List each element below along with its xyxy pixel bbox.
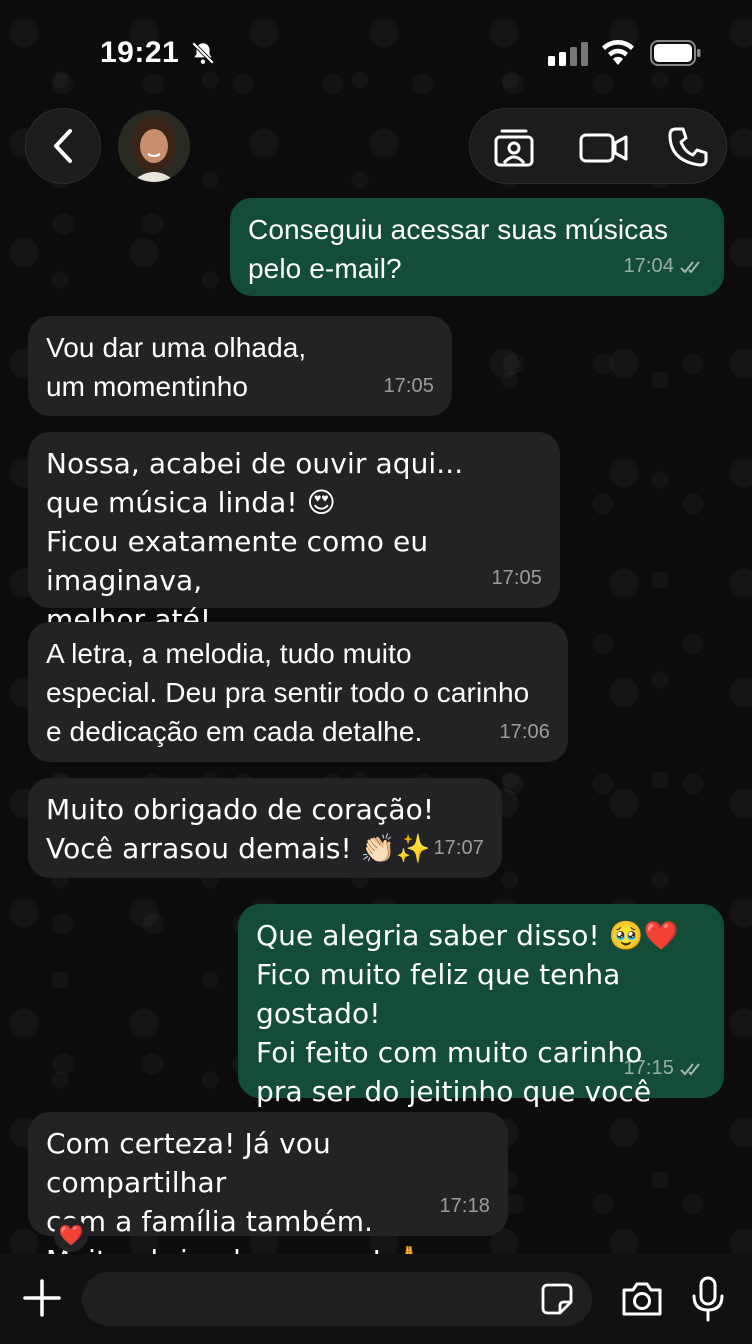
message-bubble-incoming[interactable]: A letra, a melodia, tudo muito especial.… (28, 622, 568, 762)
message-meta: 17:04 (623, 247, 706, 286)
camera-icon[interactable] (620, 1280, 664, 1318)
message-reaction-badge[interactable]: ❤️ (54, 1218, 88, 1252)
read-receipt-icon (680, 1062, 700, 1075)
message-bubble-incoming[interactable]: Vou dar uma olhada, um momentinho 17:05 (28, 316, 452, 416)
message-text: A letra, a melodia, tudo muito especial.… (46, 638, 530, 747)
message-meta: 17:05 (491, 559, 542, 598)
message-bubble-incoming[interactable]: Com certeza! Já vou compartilhar com a f… (28, 1112, 508, 1254)
chat-header (0, 106, 752, 188)
message-meta: 17:05 (383, 367, 434, 406)
message-time: 17:07 (433, 837, 484, 859)
message-text: Com certeza! Já vou compartilhar com a f… (46, 1127, 426, 1254)
message-text: Vou dar uma olhada, um momentinho (46, 332, 307, 402)
message-bubble-incoming[interactable]: Nossa, acabei de ouvir aqui... que músic… (28, 432, 560, 636)
signal-icon (548, 42, 588, 66)
video-call-icon[interactable] (578, 125, 630, 169)
plus-icon[interactable] (22, 1278, 62, 1318)
wifi-icon (602, 40, 634, 65)
back-chevron-icon (54, 129, 72, 163)
message-meta: 17:18 (439, 1187, 490, 1226)
back-button[interactable] (25, 108, 101, 184)
contact-card-icon[interactable] (492, 125, 536, 169)
message-meta: 17:15 (623, 1049, 706, 1088)
message-text: Muito obrigado de coração! Você arrasou … (46, 793, 435, 865)
phone-call-icon[interactable] (666, 125, 710, 169)
status-time: 19:21 (100, 36, 180, 69)
message-time: 17:18 (439, 1195, 490, 1217)
contact-avatar[interactable] (118, 110, 190, 182)
message-time: 17:04 (623, 255, 674, 277)
message-text: Nossa, acabei de ouvir aqui... que músic… (46, 447, 464, 636)
message-input[interactable] (82, 1272, 592, 1326)
message-bubble-outgoing[interactable]: Conseguiu acessar suas músicas pelo e-ma… (230, 198, 724, 296)
microphone-icon[interactable] (690, 1276, 726, 1322)
message-time: 17:05 (383, 375, 434, 397)
read-receipt-icon (680, 260, 700, 273)
battery-icon (650, 40, 701, 66)
message-meta: 17:06 (499, 713, 550, 752)
message-time: 17:05 (491, 567, 542, 589)
avatar-portrait (118, 110, 190, 182)
message-meta: 17:07 (433, 829, 484, 868)
message-time: 17:06 (499, 721, 550, 743)
status-bar: 19:21 (0, 0, 752, 100)
message-bubble-outgoing[interactable]: Que alegria saber disso! 🥹❤️ Fico muito … (238, 904, 724, 1147)
message-composer (0, 1254, 752, 1344)
message-time: 17:15 (623, 1057, 674, 1079)
bell-off-icon (191, 41, 215, 65)
message-list: Conseguiu acessar suas músicas pelo e-ma… (0, 190, 752, 1254)
message-bubble-incoming[interactable]: Muito obrigado de coração! Você arrasou … (28, 778, 502, 878)
sticker-icon[interactable] (540, 1282, 574, 1316)
call-actions-group (469, 108, 727, 184)
